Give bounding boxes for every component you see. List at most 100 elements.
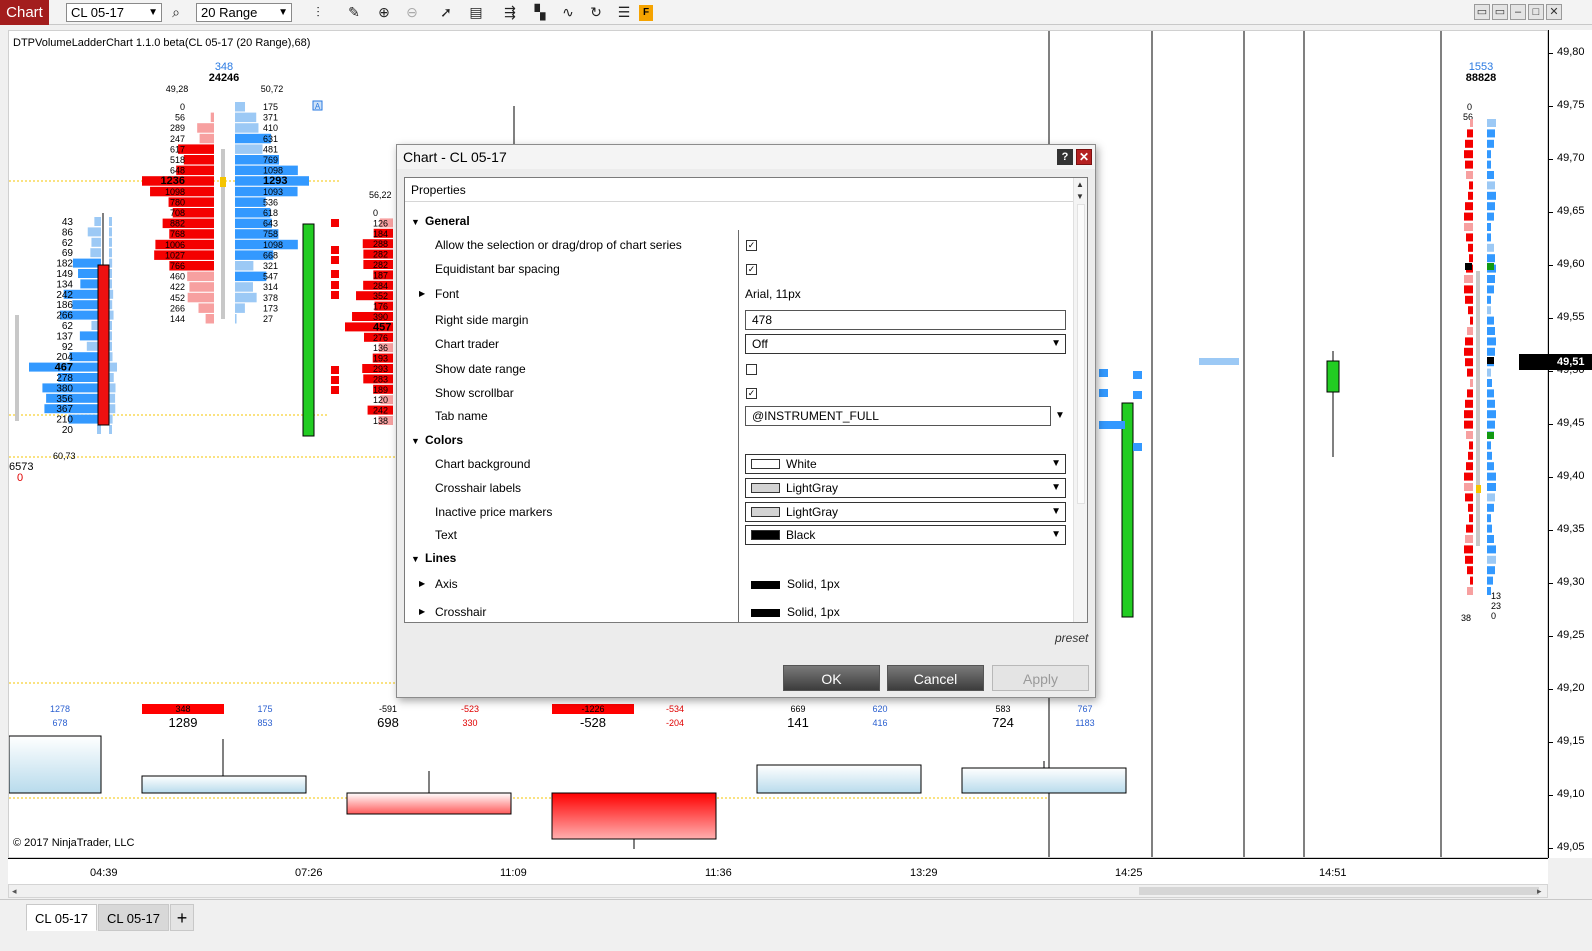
ask-volume-bar [1465,139,1473,148]
close-window-icon[interactable]: ✕ [1546,4,1562,20]
add-tab-button[interactable]: + [170,904,194,931]
properties-scroll-thumb[interactable] [1077,204,1085,504]
minimize-icon[interactable]: – [1510,4,1526,20]
window-tile-icon[interactable]: ▭ [1492,4,1508,20]
ladder-value: 1236 [161,175,185,187]
bar-type-selector[interactable]: 20 Range ▼ [196,3,292,22]
properties-icon[interactable]: ▤ [466,3,486,22]
axis-line-value[interactable]: Solid, 1px [787,577,840,591]
tab-name-input[interactable]: @INSTRUMENT_FULL [745,406,1051,426]
search-icon[interactable]: ⌕ [166,3,186,22]
text-color-value: Black [786,528,816,542]
category-general[interactable]: ▼ General [411,214,470,228]
scrollbar-thumb[interactable] [1139,887,1539,895]
delta-big-value: 724 [992,715,1014,730]
strategies-icon[interactable]: ⇶ [500,3,520,22]
scroll-left-icon[interactable]: ◂ [12,885,17,897]
scroll-right-icon[interactable]: ▸ [1537,885,1542,897]
dialog-titlebar[interactable]: Chart - CL 05-17 ? ✕ [397,145,1095,169]
ladder-value: 768 [170,229,185,239]
horizontal-scrollbar[interactable]: ◂ ▸ [8,884,1548,898]
category-label: General [425,214,470,228]
drawing-tools-icon[interactable]: ∿ [558,3,578,22]
show-date-range-checkbox[interactable] [746,364,757,375]
close-icon[interactable]: ✕ [1076,149,1092,165]
ladder-value: 1006 [165,240,185,250]
ladder-value: 187 [373,270,388,280]
price-label: 49,05 [1557,841,1585,853]
column-divider[interactable] [738,230,739,622]
scroll-down-icon[interactable]: ▼ [1076,192,1084,201]
bid-volume-bar [1487,389,1494,398]
chevron-down-icon[interactable]: ▼ [1055,410,1065,421]
ladder-value: 467 [55,362,73,374]
instrument-selector[interactable]: CL 05-17 ▼ [66,3,162,22]
pointer-icon[interactable]: ➚ [436,3,456,22]
zoom-in-icon[interactable]: ⊕ [374,3,394,22]
text-color-select[interactable]: Black ▼ [745,525,1066,545]
ask-volume-bar [1468,503,1473,512]
collapsed-triangle-icon[interactable]: ▶ [419,289,425,298]
chart-toolbar: Chart CL 05-17 ▼ ⌕ 20 Range ▼ ⫶ ✎ ⊕ ⊖ ➚ … [0,0,1592,25]
indicators-icon[interactable]: ▚ [530,3,550,22]
cancel-button[interactable]: Cancel [887,665,984,691]
price-label: 49,75 [1557,99,1585,111]
crosshair-line-value[interactable]: Solid, 1px [787,605,840,619]
chart-background-value: White [786,457,817,471]
ladder-value: 631 [263,134,278,144]
pencil-icon[interactable]: ✎ [344,3,364,22]
crosshair-labels-select[interactable]: LightGray ▼ [745,478,1066,498]
ladder-value: 284 [373,281,388,291]
ask-marker [331,376,339,384]
ask-volume-bar [1464,483,1473,491]
font-value[interactable]: Arial, 11px [745,287,801,301]
tab-cl-05-17[interactable]: CL 05-17 [98,904,169,931]
ladder-value: 175 [263,102,278,112]
ladder-value: 69 [62,248,74,259]
allow-selection-checkbox[interactable]: ✓ [746,240,757,251]
ask-marker [331,366,339,374]
bar-type-icon[interactable]: ⫶ [308,3,328,22]
apply-button[interactable]: Apply [992,665,1089,691]
maximize-icon[interactable]: □ [1528,4,1544,20]
inactive-price-markers-select[interactable]: LightGray ▼ [745,502,1066,522]
ask-volume-bar [1467,587,1473,595]
ladder-value: 547 [263,272,278,282]
tab-cl-05-17-active[interactable]: CL 05-17 [26,904,97,931]
flatten-icon[interactable]: F [639,5,653,21]
bid-volume-bar [235,102,246,112]
ladder-high-label: 50,72 [261,84,284,94]
inactive-price-markers-value: LightGray [786,505,839,519]
ok-button[interactable]: OK [783,665,880,691]
show-scrollbar-checkbox[interactable]: ✓ [746,388,757,399]
collapsed-triangle-icon[interactable]: ▶ [419,579,425,588]
chart-trader-value: Off [752,337,768,351]
data-box-icon[interactable]: ☰ [614,3,634,22]
chart-background-label: Chart background [435,457,531,471]
equidistant-checkbox[interactable]: ✓ [746,264,757,275]
category-lines[interactable]: ▼ Lines [411,551,456,565]
price-axis[interactable]: 49,80 49,75 49,70 49,65 49,60 49,55 49,50 49,45… [1519,30,1592,858]
properties-scrollbar[interactable]: ▲ ▼ [1073,178,1087,622]
ladder-value: 356 [56,394,73,405]
chart-tabs: CL 05-17 CL 05-17 + [0,899,1592,951]
reload-icon[interactable]: ↻ [586,3,606,22]
zoom-out-icon[interactable]: ⊖ [402,3,422,22]
ladder-low-label: 60,73 [53,451,76,461]
bid-volume-bar [1487,451,1492,460]
help-icon[interactable]: ? [1057,149,1073,165]
right-margin-input[interactable]: 478 [745,310,1066,330]
ask-volume-bar [1464,223,1473,231]
chart-background-select[interactable]: White ▼ [745,454,1066,474]
chart-trader-select[interactable]: Off ▼ [745,334,1066,354]
category-colors[interactable]: ▼ Colors [411,433,463,447]
crosshair-labels-value: LightGray [786,481,839,495]
chart-app-tab[interactable]: Chart [0,0,49,25]
time-axis[interactable]: 04:39 07:26 11:09 11:36 13:29 14:25 14:51 [8,858,1548,884]
collapsed-triangle-icon[interactable]: ▶ [419,607,425,616]
window-list-icon[interactable]: ▭ [1474,4,1490,20]
preset-link[interactable]: preset [1055,631,1088,645]
scroll-up-icon[interactable]: ▲ [1076,180,1084,189]
ask-marker [331,256,339,264]
ask-volume-bar [1466,233,1473,242]
